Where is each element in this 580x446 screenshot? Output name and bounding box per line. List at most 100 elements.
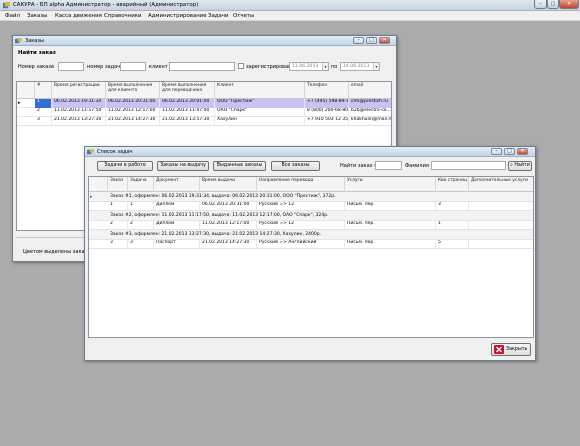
col-number[interactable]: #: [35, 82, 52, 99]
cell-email[interactable]: info@prestizh.ru: [349, 99, 391, 108]
all-orders-button[interactable]: Все заказы: [271, 161, 320, 171]
cell-document[interactable]: Диплом: [154, 221, 200, 230]
cell-extra-services[interactable]: [469, 202, 533, 211]
tasks-close-button[interactable]: ✕: [517, 148, 528, 155]
client-input[interactable]: [169, 62, 235, 71]
cell-services[interactable]: Письм. пер.: [345, 221, 436, 230]
cell-number[interactable]: 2: [35, 108, 52, 117]
cell-client[interactable]: Хахулин: [215, 117, 305, 126]
cell-direction[interactable]: Русский => 12: [257, 202, 345, 211]
cell-pages[interactable]: 3: [436, 202, 469, 211]
cell-number[interactable]: 3: [35, 117, 52, 126]
cell-due-client[interactable]: 21.02.2013 14:27:30: [106, 117, 160, 126]
cell-extra-services[interactable]: [469, 240, 533, 249]
orders-minimize-button[interactable]: –: [353, 37, 364, 44]
close-window-button[interactable]: Закрыть: [491, 343, 531, 356]
orders-to-issue-button[interactable]: Заказы на выдачу: [157, 161, 209, 171]
tasks-grid[interactable]: Заказ Задача Документ Время выдачи Напра…: [88, 176, 534, 338]
date-to-picker[interactable]: 14.06.2013 ▾: [340, 62, 380, 71]
menu-tasks[interactable]: Задачи: [208, 13, 228, 19]
cell-services[interactable]: Письм. пер.: [345, 240, 436, 249]
table-row[interactable]: 2 11.02.2013 11:17:50 11.02.2013 12:17:0…: [17, 108, 391, 117]
cell-direction[interactable]: Русский => Английский: [257, 240, 345, 249]
cell-issue-time[interactable]: 21.02.2013 14:27:30: [200, 240, 257, 249]
cell-issue-time[interactable]: 11.02.2013 12:17:00: [200, 221, 257, 230]
table-row[interactable]: 2 2 Диплом 11.02.2013 12:17:00 Русский =…: [89, 221, 533, 230]
cell-task[interactable]: 3: [128, 240, 154, 249]
cell-due-translator[interactable]: 11.02.2013 11:47:00: [160, 108, 215, 117]
col-order[interactable]: Заказ: [108, 177, 128, 192]
find-order-input[interactable]: [375, 161, 402, 170]
orders-maximize-button[interactable]: □: [366, 37, 377, 44]
menu-cash[interactable]: Касса движения: [55, 13, 102, 19]
tasks-minimize-button[interactable]: –: [491, 148, 502, 155]
cell-issue-time[interactable]: 06.02.2013 20:31:00: [200, 202, 257, 211]
cell-order[interactable]: 3: [108, 240, 128, 249]
tasks-in-progress-button[interactable]: Задачи в работе: [97, 161, 153, 171]
col-registered[interactable]: Время регистрации: [52, 82, 106, 99]
cell-direction[interactable]: Русский => 12: [257, 221, 345, 230]
col-due-translator[interactable]: Время выполнения для переводчика: [160, 82, 215, 99]
chevron-down-icon[interactable]: ▾: [322, 63, 328, 70]
cell-phone[interactable]: +7 910 503 12 35: [305, 117, 349, 126]
table-row[interactable]: 1 1 Диплом 06.02.2013 20:31:00 Русский =…: [89, 202, 533, 211]
tasks-maximize-button[interactable]: □: [504, 148, 515, 155]
cell-order[interactable]: 1: [108, 202, 128, 211]
table-row[interactable]: 3 21.02.2013 13:27:30 21.02.2013 14:27:3…: [17, 117, 391, 126]
cell-phone[interactable]: 8 (800) 200-68-80: [305, 108, 349, 117]
col-services[interactable]: Услуги: [345, 177, 436, 192]
col-extra-services[interactable]: Дополнительные услуги: [469, 177, 533, 192]
cell-extra-services[interactable]: [469, 221, 533, 230]
col-direction[interactable]: Направление перевода: [257, 177, 345, 192]
col-task[interactable]: Задача: [128, 177, 154, 192]
cell-services[interactable]: Письм. пер.: [345, 202, 436, 211]
menu-file[interactable]: Файл: [5, 13, 20, 19]
order-group-header[interactable]: Заказ #3, оформлен: 21.02.2013 13:27:30,…: [108, 230, 533, 240]
cell-client[interactable]: ОАО "Спарк": [215, 108, 305, 117]
menu-admin[interactable]: Администрирование: [148, 13, 207, 19]
date-from-picker[interactable]: 11.06.2013 ▾: [289, 62, 329, 71]
table-row[interactable]: 3 3 Паспорт 21.02.2013 14:27:30 Русский …: [89, 240, 533, 249]
col-document[interactable]: Документ: [154, 177, 200, 192]
cell-phone[interactable]: +7 (495) 598-89-12: [305, 99, 349, 108]
minimize-button[interactable]: –: [534, 0, 547, 9]
cell-number[interactable]: 1: [35, 99, 52, 108]
cell-order[interactable]: 2: [108, 221, 128, 230]
cell-document[interactable]: Диплом: [154, 202, 200, 211]
menu-orders[interactable]: Заказы: [27, 13, 47, 19]
cell-pages[interactable]: 5: [436, 240, 469, 249]
cell-registered[interactable]: 21.02.2013 13:27:30: [52, 117, 106, 126]
table-row[interactable]: ▸ 1 06.02.2013 19:31:34 06.02.2013 20:31…: [17, 99, 391, 108]
cell-due-client[interactable]: 06.02.2013 20:31:00: [106, 99, 160, 108]
order-group-row[interactable]: Заказ #2, оформлен: 11.02.2013 11:17:50,…: [89, 211, 533, 221]
close-button[interactable]: ✕: [559, 0, 579, 9]
cell-task[interactable]: 1: [128, 202, 154, 211]
col-issue-time[interactable]: Время выдачи: [200, 177, 257, 192]
order-number-input[interactable]: [58, 62, 84, 71]
col-client[interactable]: Клиент: [215, 82, 305, 99]
cell-due-client[interactable]: 11.02.2013 12:17:00: [106, 108, 160, 117]
surname-input[interactable]: [431, 161, 506, 170]
maximize-button[interactable]: □: [547, 0, 559, 9]
menu-directories[interactable]: Справочники: [104, 13, 141, 19]
order-group-row[interactable]: ▸ Заказ #1, оформлен: 06.02.2013 19:31:3…: [89, 192, 533, 202]
order-group-header[interactable]: Заказ #1, оформлен: 06.02.2013 19:31:34,…: [108, 192, 533, 202]
menu-reports[interactable]: Отчеты: [233, 13, 254, 19]
cell-due-translator[interactable]: 06.02.2013 20:01:00: [160, 99, 215, 108]
registered-checkbox[interactable]: [238, 63, 244, 69]
issued-orders-button[interactable]: Выданные заказы: [213, 161, 266, 171]
cell-client[interactable]: ООО "Престиж": [215, 99, 305, 108]
col-pages[interactable]: Кво страниц: [436, 177, 469, 192]
col-phone[interactable]: Телефон: [305, 82, 349, 99]
col-due-client[interactable]: Время выполнения для клиента: [106, 82, 160, 99]
cell-task[interactable]: 2: [128, 221, 154, 230]
task-number-input[interactable]: [120, 62, 146, 71]
cell-pages[interactable]: 1: [436, 221, 469, 230]
order-group-header[interactable]: Заказ #2, оформлен: 11.02.2013 11:17:50,…: [108, 211, 533, 221]
chevron-down-icon[interactable]: ▾: [373, 63, 379, 70]
find-button[interactable]: ⌕ Найти: [508, 161, 532, 171]
cell-email[interactable]: khakhulin@mail.ru: [349, 117, 391, 126]
order-group-row[interactable]: Заказ #3, оформлен: 21.02.2013 13:27:30,…: [89, 230, 533, 240]
cell-registered[interactable]: 06.02.2013 19:31:34: [52, 99, 106, 108]
cell-document[interactable]: Паспорт: [154, 240, 200, 249]
